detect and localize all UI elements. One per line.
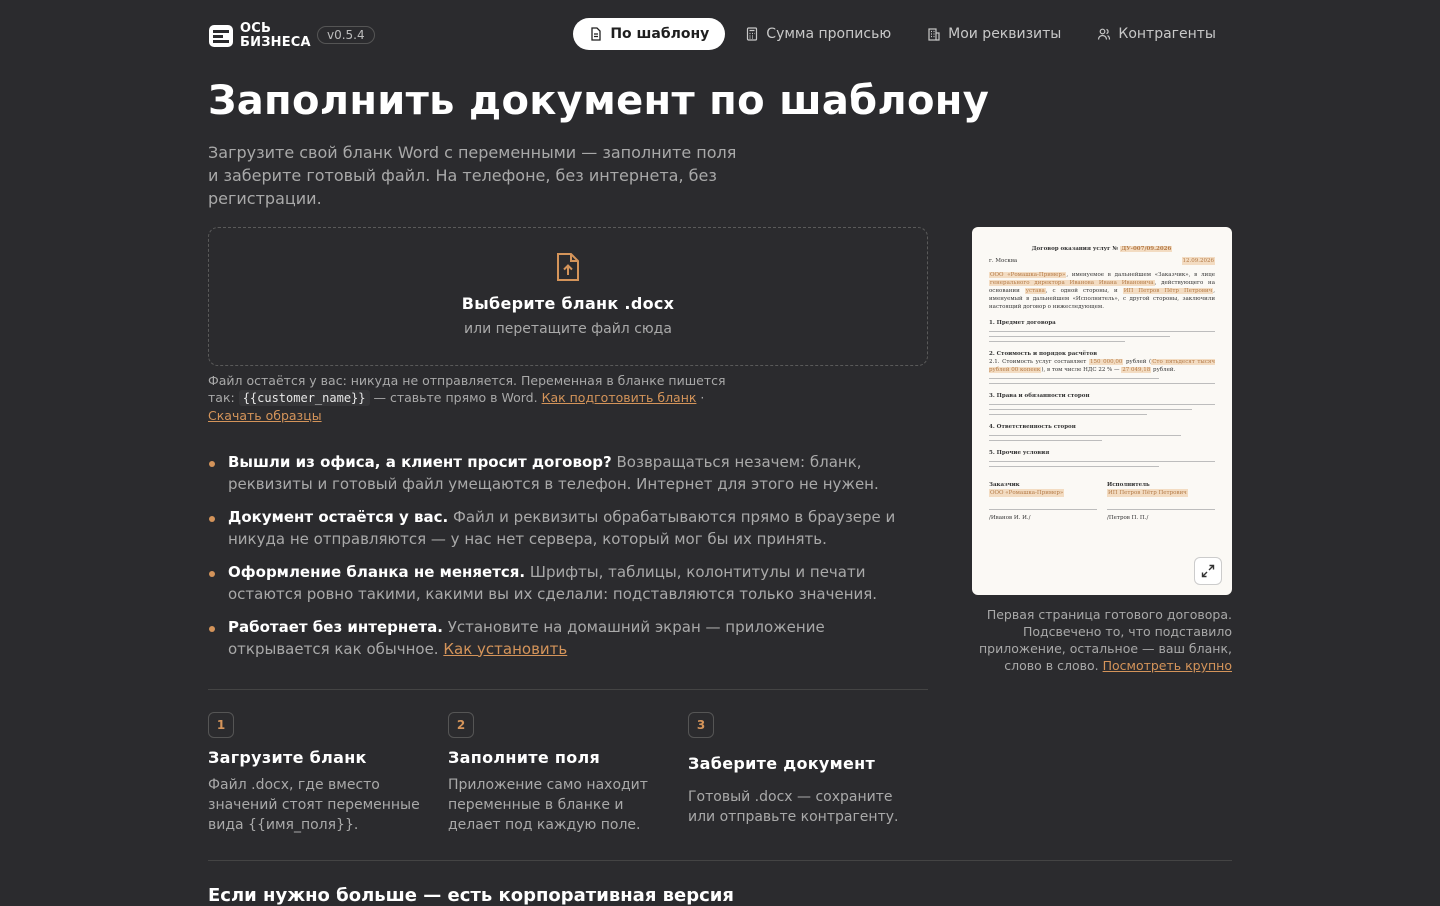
variable-example: {{customer_name}} (238, 390, 370, 406)
nav-item-template[interactable]: По шаблону (573, 18, 726, 50)
version-badge: v0.5.4 (317, 26, 375, 44)
upload-dropzone[interactable]: Выберите бланк .docx или перетащите файл… (208, 227, 928, 366)
list-item: Работает без интернета. Установите на до… (208, 617, 928, 660)
view-large-link[interactable]: Посмотреть крупно (1103, 658, 1232, 673)
expand-icon (1201, 564, 1215, 578)
logo-text: ОСЬ БИЗНЕСА (240, 21, 311, 50)
step-description: Файл .docx, где вместо значений стоят пе… (208, 777, 420, 833)
divider (208, 689, 928, 690)
nav-item-amount-words[interactable]: Сумма прописью (729, 18, 907, 50)
document-page: Договор оказания услуг № ДУ-007/09.2026 … (989, 246, 1216, 521)
logo[interactable]: ОСЬ БИЗНЕСА (208, 22, 311, 50)
step: 2 Заполните поля Приложение само находит… (448, 712, 688, 835)
document-icon (591, 27, 601, 41)
page-title: Заполнить документ по шаблону (208, 78, 990, 124)
list-item: Оформление бланка не меняется. Шрифты, т… (208, 562, 928, 605)
how-to-prepare-link[interactable]: Как подготовить бланк (542, 390, 697, 405)
benefits-list: Вышли из офиса, а клиент просит договор?… (208, 452, 928, 672)
file-upload-icon (557, 253, 579, 281)
users-icon (1098, 28, 1111, 40)
step-description: Готовый .docx — сохраните или отправьте … (688, 789, 899, 825)
nav-item-contractors[interactable]: Контрагенты (1081, 18, 1232, 50)
steps: 1 Загрузите бланк Файл .docx, где вместо… (208, 712, 928, 835)
step-number: 1 (208, 712, 234, 738)
list-item: Вышли из офиса, а клиент просит договор?… (208, 452, 928, 495)
step: 1 Загрузите бланк Файл .docx, где вместо… (208, 712, 448, 835)
section-title: Если нужно больше — есть корпоративная в… (208, 885, 734, 906)
nav-item-requisites[interactable]: Мои реквизиты (911, 18, 1077, 50)
upload-note: Файл остаётся у вас: никуда не отправляе… (208, 373, 726, 423)
step-title: Заберите документ (688, 754, 876, 773)
upload-subtitle: или перетащите файл сюда (464, 321, 672, 337)
how-to-install-link[interactable]: Как установить (443, 640, 567, 658)
list-item: Документ остаётся у вас. Файл и реквизит… (208, 507, 928, 550)
step-description: Приложение само находит переменные в бла… (448, 777, 648, 833)
step-number: 2 (448, 712, 474, 738)
step: 3 Заберите документ Готовый .docx — сохр… (688, 712, 928, 835)
upload-title: Выберите бланк .docx (461, 294, 675, 313)
calculator-icon (747, 27, 758, 41)
expand-button[interactable] (1194, 557, 1222, 585)
step-title: Загрузите бланк (208, 748, 367, 767)
logo-icon (209, 25, 233, 47)
building-icon (928, 28, 940, 41)
step-title: Заполните поля (448, 748, 601, 767)
page-lead: Загрузите свой бланк Word с переменными … (208, 143, 737, 208)
download-samples-link[interactable]: Скачать образцы (208, 408, 322, 423)
divider (208, 860, 1232, 861)
preview-caption: Первая страница готового договора. Подсв… (978, 607, 1232, 673)
main-nav: По шаблону Сумма прописью Мои реквизиты … (573, 18, 1232, 50)
document-preview[interactable]: Договор оказания услуг № ДУ-007/09.2026 … (972, 227, 1232, 595)
step-number: 3 (688, 712, 714, 738)
